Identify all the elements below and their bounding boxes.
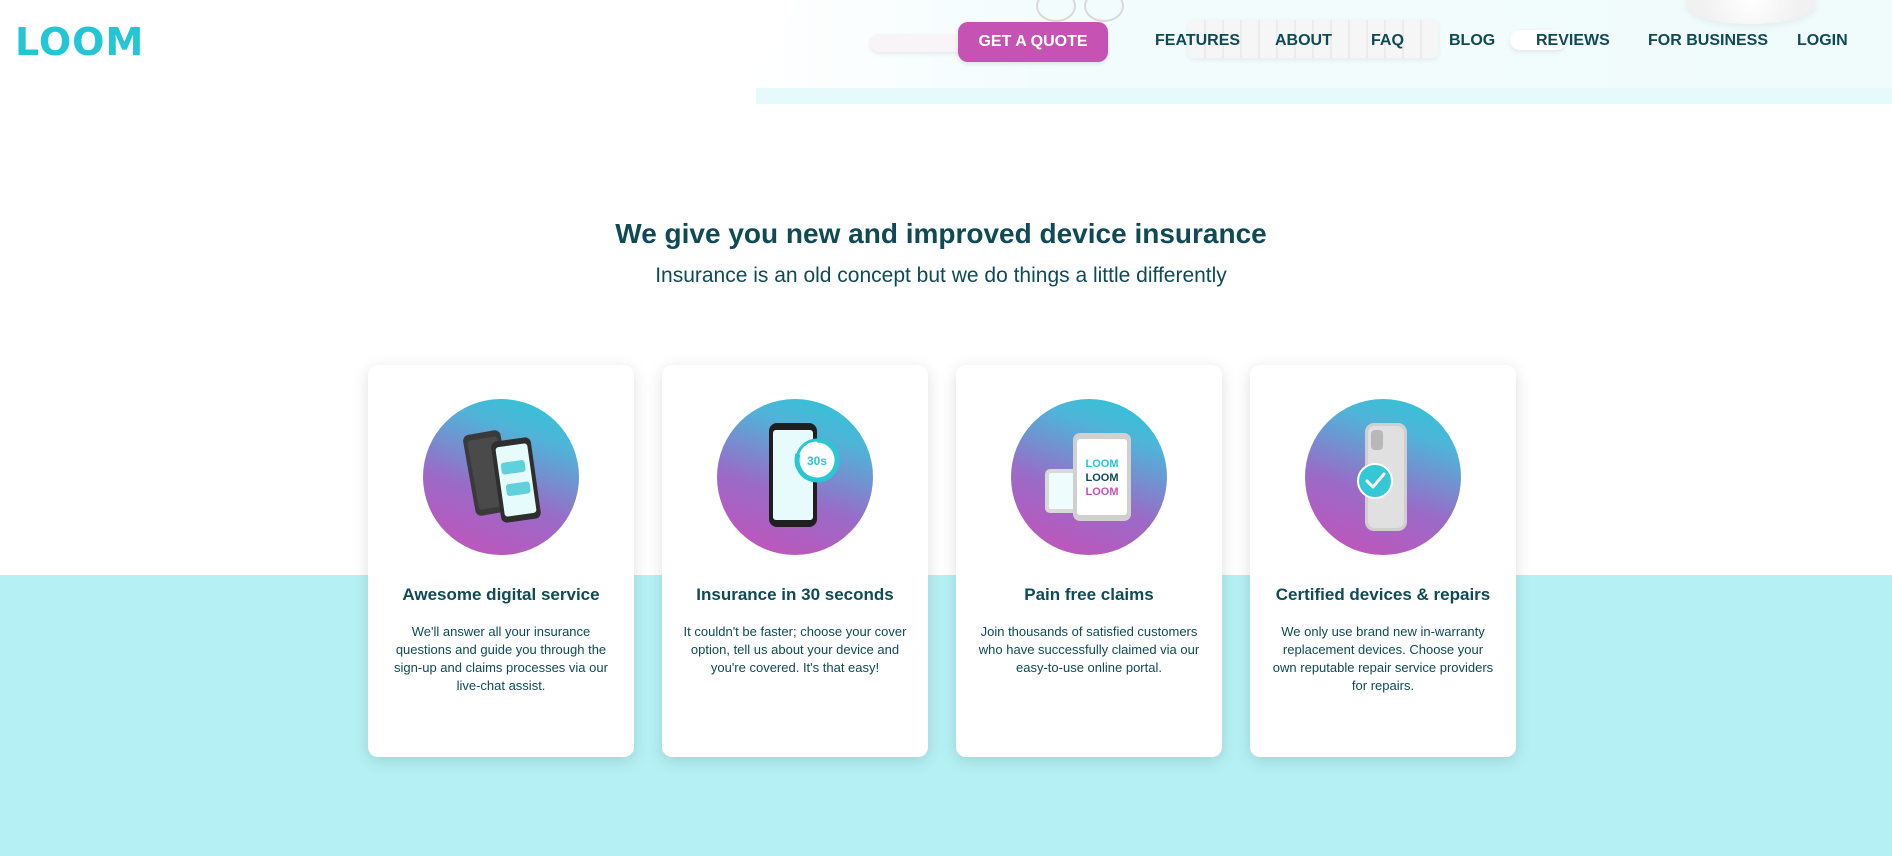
card-title: Insurance in 30 seconds [696,585,894,604]
screen-word: LOOM [1086,472,1119,484]
phone-tablet-icon: LOOM LOOM LOOM [1011,399,1167,555]
card-description: It couldn't be faster; choose your cover… [683,624,907,675]
feature-card: Awesome digital service We'll answer all… [368,365,634,757]
nav-link-login[interactable]: LOGIN [1797,29,1848,53]
feature-card: Certified devices & repairs We only use … [1250,365,1516,757]
header-desk-edge [756,88,1892,104]
screen-word: LOOM [1086,458,1119,470]
nav-link-blog[interactable]: BLOG [1449,29,1495,53]
hero-subtitle: Insurance is an old concept but we do th… [655,264,1227,287]
teal-background-band [0,575,1892,856]
feature-card: LOOM LOOM LOOM Pain free claims Join tho… [956,365,1222,757]
card-title: Certified devices & repairs [1275,585,1491,604]
nav-link-about[interactable]: ABOUT [1275,29,1332,53]
nav-link-reviews[interactable]: REVIEWS [1536,29,1610,53]
card-description: We'll answer all your insurance question… [394,624,608,693]
phone-checkmark-icon [1305,399,1461,555]
brand-logo[interactable]: LOOM [15,18,144,66]
phones-chat-icon [423,399,579,555]
nav-link-features[interactable]: FEATURES [1155,29,1240,53]
card-description: We only use brand new in-warranty replac… [1272,624,1494,693]
phone-timer-icon: 30s [717,399,873,555]
header-pen-decoration [870,34,970,52]
get-a-quote-button[interactable]: GET A QUOTE [958,22,1108,62]
card-description: Join thousands of satisfied customers wh… [978,624,1200,675]
nav-link-for-business[interactable]: FOR BUSINESS [1648,29,1768,53]
feature-card: 30s Insurance in 30 seconds It couldn't … [662,365,928,757]
timer-label: 30s [807,454,827,468]
card-title: Awesome digital service [402,585,600,604]
hero-title: We give you new and improved device insu… [615,218,1267,249]
nav-link-faq[interactable]: FAQ [1371,29,1404,53]
card-title: Pain free claims [1024,585,1154,604]
screen-word: LOOM [1086,486,1119,498]
